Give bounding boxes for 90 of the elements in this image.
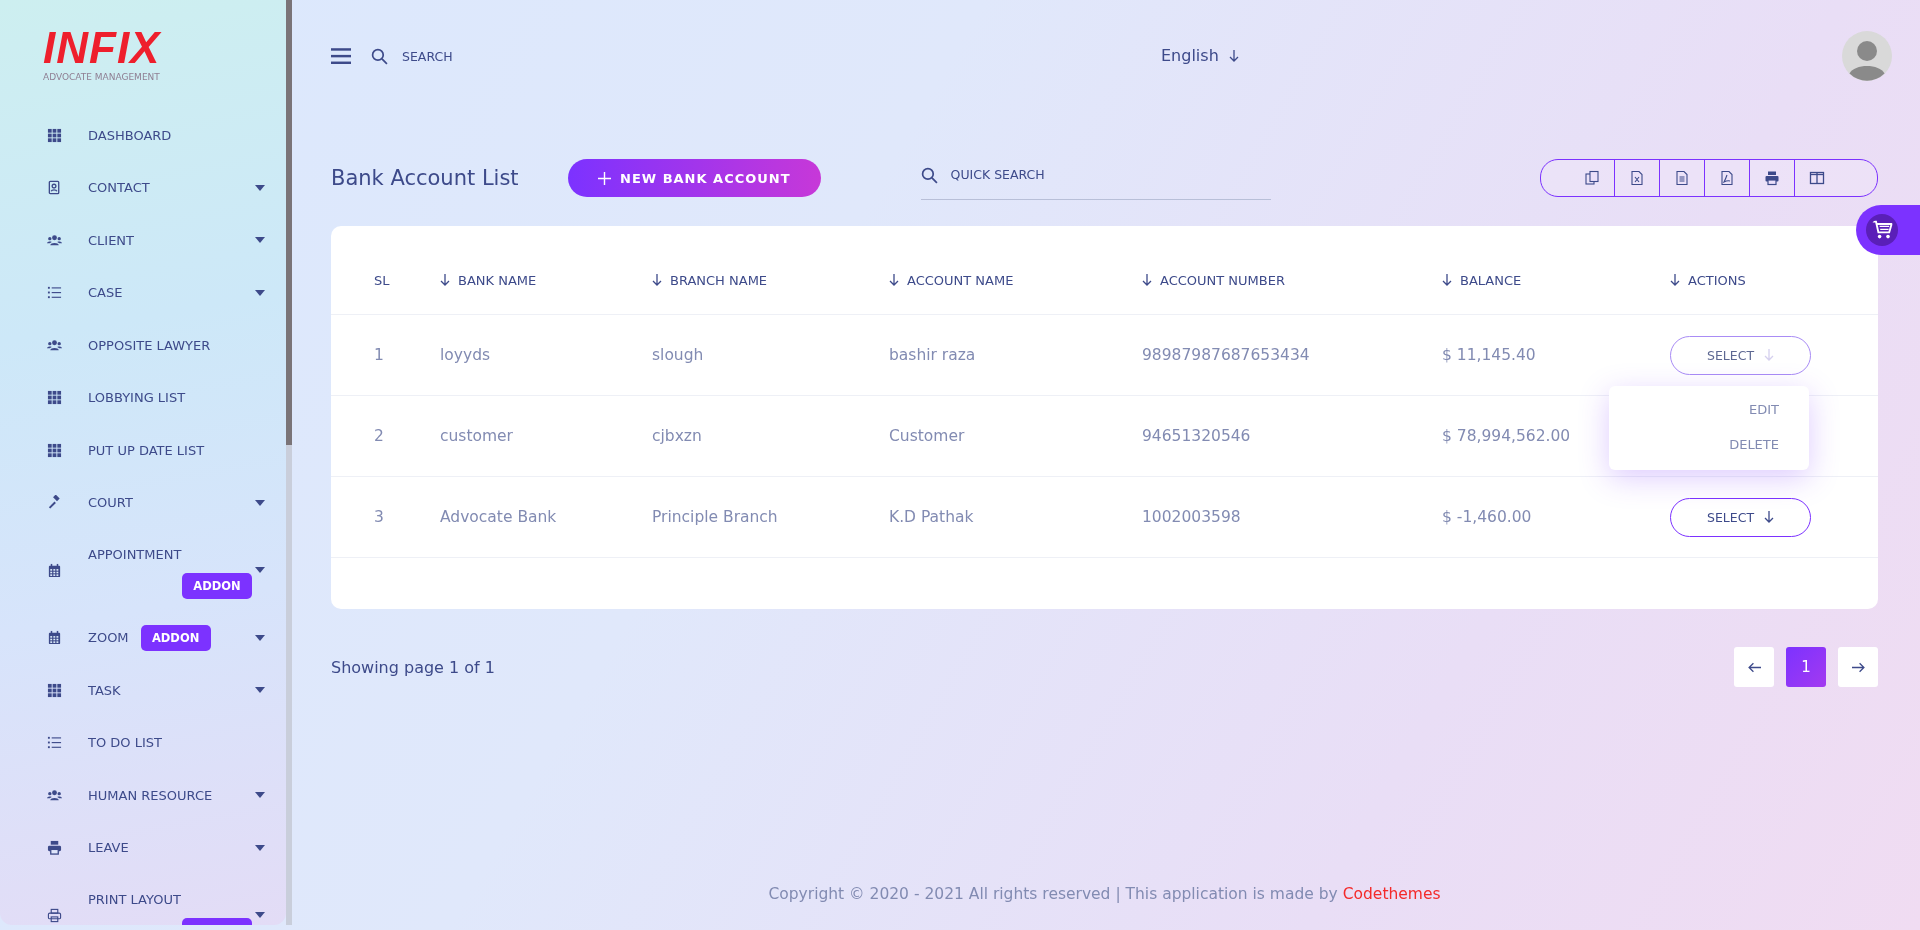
select-button[interactable]: SELECT: [1670, 497, 1811, 537]
contact-card-icon: [47, 180, 62, 196]
table-cell-text: customer: [440, 427, 514, 445]
calendar-icon: [47, 562, 62, 578]
table-cell-text: 1002003598: [1142, 508, 1242, 526]
arrow-down-icon: [1764, 511, 1775, 523]
select-button[interactable]: SELECT: [1670, 335, 1811, 375]
sidebar-item[interactable]: LOBBYING LIST: [5, 371, 286, 424]
text-file-icon: [1674, 170, 1690, 186]
grid-icon: [47, 442, 62, 458]
sidebar-item[interactable]: LEAVE: [5, 821, 286, 874]
copy-icon: [1583, 170, 1600, 186]
printer-icon: [47, 840, 62, 856]
language-selector[interactable]: English: [1161, 46, 1239, 65]
menu-icon[interactable]: [331, 48, 351, 64]
cart-icon: [1866, 214, 1898, 246]
table-cell-text: Principle Branch: [652, 508, 779, 526]
sidebar-item[interactable]: PUT UP DATE LIST: [5, 424, 286, 477]
table-cell-text: K.D Pathak: [889, 508, 975, 526]
arrow-down-icon: [1764, 349, 1775, 361]
logo-tagline: ADVOCATE MANAGEMENT: [43, 72, 161, 82]
arrow-left-icon: [1747, 661, 1761, 673]
table-cell-text: 1: [373, 346, 385, 364]
table-cell-text: loyyds: [440, 346, 492, 364]
table-cell-text: 3: [373, 508, 385, 526]
users-icon: [47, 337, 62, 353]
sidebar-item[interactable]: DASHBOARD: [5, 109, 286, 162]
users-icon: [47, 787, 62, 803]
plus-icon: [598, 171, 611, 185]
table-cell-text: $ 78,994,562.00: [1442, 427, 1572, 445]
table-cell-text: 98987987687653434: [1142, 346, 1311, 364]
calendar-icon: [47, 630, 62, 646]
menu-item[interactable]: DELETE: [1729, 436, 1779, 452]
sidebar-item[interactable]: ZOOM ADDON: [5, 611, 286, 664]
sidebar-item[interactable]: CLIENT: [5, 214, 286, 267]
excel-file-icon: [1629, 170, 1645, 186]
grid-icon: [47, 127, 62, 143]
page-button[interactable]: 1: [1786, 647, 1826, 687]
columns-icon: [1809, 170, 1825, 186]
list-icon: [47, 735, 62, 751]
sidebar-item[interactable]: TASK: [5, 664, 286, 717]
page-summary: Showing page 1 of 1: [331, 657, 495, 677]
sidebar-item[interactable]: COURT: [5, 476, 286, 529]
scrollbar-thumb[interactable]: [286, 0, 292, 445]
menu-item[interactable]: EDIT: [1749, 401, 1779, 417]
column-header[interactable]: ACTIONS: [1670, 272, 1746, 288]
printer-icon: [47, 907, 62, 923]
table-cell-text: slough: [652, 346, 705, 364]
quick-search-field[interactable]: QUICK SEARCH: [920, 156, 1271, 200]
users-icon: [47, 232, 62, 248]
addon-badge: ADDON: [140, 624, 211, 651]
sidebar-item[interactable]: CASE: [5, 266, 286, 319]
table-cell-text: Advocate Bank: [440, 508, 558, 526]
gavel-icon: [47, 495, 62, 511]
logo: INFIX: [43, 26, 163, 70]
sidebar-item[interactable]: PRINT LAYOUT: [5, 874, 286, 925]
pdf-file-icon: [1719, 170, 1735, 186]
sidebar-item[interactable]: TO DO LIST: [5, 716, 286, 769]
column-header[interactable]: ACCOUNT NAME: [889, 272, 1014, 288]
list-icon: [47, 285, 62, 301]
table-cell-text: Customer: [889, 427, 966, 445]
column-header[interactable]: BRANCH NAME: [652, 272, 768, 288]
arrow-right-icon: [1851, 661, 1865, 673]
new-bank-account-button[interactable]: NEW BANK ACCOUNT: [568, 159, 821, 197]
grid-icon: [47, 390, 62, 406]
footer-text: Copyright © 2020 - 2021 All rights reserved | This application is made by Codethemes: [767, 885, 1442, 905]
grid-icon: [47, 682, 62, 698]
table-cell-text: $ 11,145.40: [1442, 346, 1537, 364]
table-cell-text: bashir raza: [889, 346, 977, 364]
sidebar-item[interactable]: APPOINTMENT ADDON: [5, 529, 286, 612]
column-header[interactable]: ACCOUNT NUMBER: [1142, 272, 1285, 288]
column-header[interactable]: BALANCE: [1442, 272, 1522, 288]
printer-icon: [1764, 170, 1780, 186]
sidebar-item[interactable]: CONTACT: [5, 161, 286, 214]
column-header[interactable]: BANK NAME: [440, 272, 537, 288]
search-icon: [371, 47, 388, 65]
page-title: Bank Account List: [331, 166, 520, 190]
arrow-down-icon: [1228, 49, 1239, 62]
addon-badge: ADDON: [182, 573, 252, 599]
sidebar-item[interactable]: HUMAN RESOURCE: [5, 769, 286, 822]
table-cell-text: 2: [373, 427, 385, 445]
sidebar-item[interactable]: OPPOSITE LAWYER: [5, 319, 286, 372]
avatar[interactable]: [1842, 31, 1892, 81]
search-field[interactable]: SEARCH: [400, 47, 554, 65]
table-cell-text: $ -1,460.00: [1442, 508, 1533, 526]
table-cell-text: cjbxzn: [652, 427, 703, 445]
search-icon: [920, 167, 938, 184]
table-cell-text: 94651320546: [1142, 427, 1252, 445]
cart-button[interactable]: [1856, 205, 1920, 255]
column-header[interactable]: SL: [331, 272, 390, 288]
